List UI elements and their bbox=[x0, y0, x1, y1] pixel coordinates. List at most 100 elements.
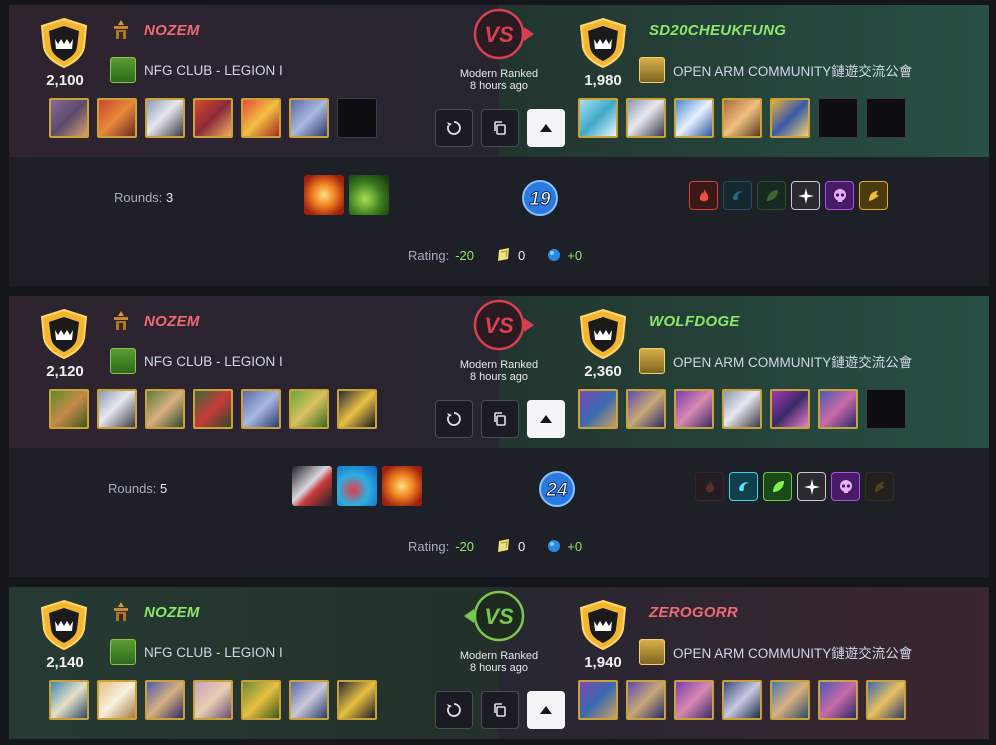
ruleset-explosion-icon[interactable] bbox=[304, 175, 344, 215]
ruleset-icons bbox=[304, 175, 389, 215]
team-card[interactable] bbox=[193, 389, 233, 429]
league-shield-icon bbox=[38, 599, 90, 651]
team-card[interactable] bbox=[674, 98, 714, 138]
player-name[interactable]: SD20CHEUKFUNG bbox=[649, 22, 786, 39]
team-card[interactable] bbox=[866, 680, 906, 720]
team-card[interactable] bbox=[818, 680, 858, 720]
replay-button[interactable] bbox=[435, 691, 473, 729]
team-card[interactable] bbox=[674, 680, 714, 720]
team-card[interactable] bbox=[770, 680, 810, 720]
replay-button[interactable] bbox=[435, 109, 473, 147]
team-card[interactable] bbox=[241, 98, 281, 138]
replay-icon bbox=[447, 412, 461, 426]
guild-crest-icon bbox=[639, 348, 665, 374]
team-card[interactable] bbox=[337, 389, 377, 429]
rounds-label: Rounds: bbox=[108, 481, 157, 496]
vs-label: VS bbox=[484, 604, 514, 629]
death-splinter-icon bbox=[831, 472, 860, 501]
rank-badge-icon bbox=[114, 311, 128, 330]
guild-link[interactable]: NFG CLUB - LEGION I bbox=[110, 639, 283, 665]
league-shield-icon bbox=[577, 308, 629, 360]
collapse-button[interactable] bbox=[527, 109, 565, 147]
player-name[interactable]: NOZEM bbox=[144, 313, 200, 330]
league-shield-icon bbox=[38, 17, 90, 69]
guild-crest-icon bbox=[639, 57, 665, 83]
battle-details: Rounds: 5 24 Rating: -20 0 +0 bbox=[9, 448, 989, 577]
team-card[interactable] bbox=[578, 98, 618, 138]
team-card[interactable] bbox=[770, 389, 810, 429]
rounds-info: Rounds: 5 bbox=[108, 481, 167, 496]
team-card[interactable] bbox=[49, 680, 89, 720]
team-card[interactable] bbox=[770, 98, 810, 138]
guild-link[interactable]: NFG CLUB - LEGION I bbox=[110, 57, 283, 83]
guild-link[interactable]: OPEN ARM COMMUNITY鏈遊交流公會 bbox=[639, 639, 912, 665]
ruleset-explosion-icon[interactable] bbox=[382, 466, 422, 506]
ruleset-heal-icon[interactable] bbox=[337, 466, 377, 506]
player-name[interactable]: NOZEM bbox=[144, 604, 200, 621]
copy-team-button[interactable] bbox=[481, 400, 519, 438]
team-card[interactable] bbox=[818, 389, 858, 429]
team-card[interactable] bbox=[337, 680, 377, 720]
match-format: Modern Ranked bbox=[459, 359, 539, 371]
team-card[interactable] bbox=[97, 680, 137, 720]
team-cards bbox=[578, 680, 906, 720]
team-card[interactable] bbox=[241, 680, 281, 720]
match-format: Modern Ranked bbox=[459, 68, 539, 80]
league-shield-icon bbox=[38, 308, 90, 360]
guild-crest-icon bbox=[110, 348, 136, 374]
ruleset-armored-strike-icon[interactable] bbox=[292, 466, 332, 506]
collapse-button[interactable] bbox=[527, 691, 565, 729]
copy-team-button[interactable] bbox=[481, 691, 519, 729]
ruleset-poison-icon[interactable] bbox=[349, 175, 389, 215]
rounds-value: 5 bbox=[160, 481, 168, 496]
team-card[interactable] bbox=[193, 680, 233, 720]
player-name[interactable]: ZEROGORR bbox=[649, 604, 738, 621]
guild-link[interactable]: NFG CLUB - LEGION I bbox=[110, 348, 283, 374]
team-card[interactable] bbox=[722, 680, 762, 720]
replay-button[interactable] bbox=[435, 400, 473, 438]
mana-cap: 19 bbox=[529, 189, 551, 210]
allowed-splinters bbox=[689, 181, 888, 210]
battle-controls bbox=[435, 109, 565, 147]
team-cards bbox=[49, 680, 377, 720]
copy-icon bbox=[494, 121, 506, 135]
team-card[interactable] bbox=[578, 680, 618, 720]
dec-token-icon bbox=[498, 248, 509, 261]
copy-team-button[interactable] bbox=[481, 109, 519, 147]
guild-link[interactable]: OPEN ARM COMMUNITY鏈遊交流公會 bbox=[639, 348, 912, 374]
rating-label: Rating: bbox=[408, 247, 450, 263]
team-card[interactable] bbox=[49, 98, 89, 138]
team-card[interactable] bbox=[97, 389, 137, 429]
collapse-button[interactable] bbox=[527, 400, 565, 438]
team-card[interactable] bbox=[626, 98, 666, 138]
life-splinter-icon bbox=[797, 472, 826, 501]
match-time: 8 hours ago bbox=[469, 662, 529, 674]
team-card[interactable] bbox=[289, 98, 329, 138]
team-card[interactable] bbox=[145, 389, 185, 429]
guild-link[interactable]: OPEN ARM COMMUNITY鏈遊交流公會 bbox=[639, 57, 912, 83]
player-name[interactable]: WOLFDOGE bbox=[649, 313, 740, 330]
team-card[interactable] bbox=[626, 680, 666, 720]
team-card[interactable] bbox=[193, 98, 233, 138]
battle-controls bbox=[435, 400, 565, 438]
mana-cap-icon: 24 bbox=[539, 471, 575, 507]
player-rating: 1,980 bbox=[584, 72, 622, 89]
team-card[interactable] bbox=[722, 389, 762, 429]
sps-token-icon bbox=[548, 540, 561, 552]
team-card[interactable] bbox=[97, 98, 137, 138]
team-card[interactable] bbox=[145, 680, 185, 720]
team-card[interactable] bbox=[578, 389, 618, 429]
player-left-panel: 2,140 NOZEM NFG CLUB - LEGION I bbox=[9, 587, 499, 739]
guild-crest-icon bbox=[110, 57, 136, 83]
team-card[interactable] bbox=[241, 389, 281, 429]
team-card[interactable] bbox=[49, 389, 89, 429]
team-card[interactable] bbox=[145, 98, 185, 138]
team-cards bbox=[578, 389, 906, 429]
team-card[interactable] bbox=[722, 98, 762, 138]
team-card[interactable] bbox=[289, 680, 329, 720]
team-card[interactable] bbox=[626, 389, 666, 429]
player-rating: 1,940 bbox=[584, 654, 622, 671]
team-card[interactable] bbox=[289, 389, 329, 429]
team-card[interactable] bbox=[674, 389, 714, 429]
player-name[interactable]: NOZEM bbox=[144, 22, 200, 39]
